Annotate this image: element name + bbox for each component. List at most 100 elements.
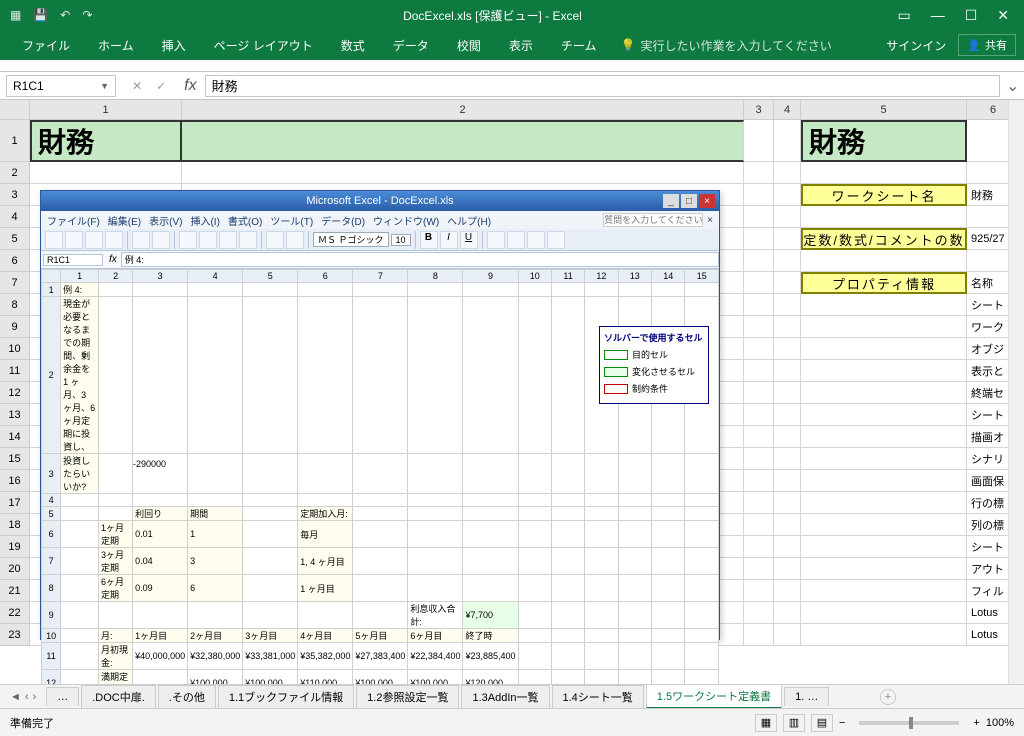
page-break-view-icon[interactable]: ▤ xyxy=(811,714,833,732)
cell[interactable] xyxy=(744,294,774,316)
cell[interactable] xyxy=(744,536,774,558)
col-header[interactable]: 2 xyxy=(182,100,744,120)
tab-data[interactable]: データ xyxy=(379,30,443,60)
row-header[interactable]: 17 xyxy=(0,492,30,514)
row-header[interactable]: 22 xyxy=(0,602,30,624)
cell[interactable] xyxy=(744,162,774,184)
col-header[interactable]: 3 xyxy=(744,100,774,120)
row-header[interactable]: 14 xyxy=(0,426,30,448)
new-sheet-button[interactable]: + xyxy=(880,689,896,705)
col-header[interactable]: 5 xyxy=(801,100,967,120)
cell[interactable] xyxy=(744,206,774,228)
cell[interactable] xyxy=(774,316,801,338)
cell[interactable] xyxy=(801,558,967,580)
cell[interactable] xyxy=(744,426,774,448)
cell[interactable] xyxy=(744,250,774,272)
cell[interactable] xyxy=(774,120,801,162)
cell[interactable] xyxy=(801,602,967,624)
cancel-formula-icon[interactable]: ✕ xyxy=(132,79,142,93)
row-header[interactable]: 6 xyxy=(0,250,30,272)
sheet-tab[interactable]: 1.1ブックファイル情報 xyxy=(218,685,354,708)
cell[interactable] xyxy=(801,536,967,558)
cell[interactable] xyxy=(744,580,774,602)
cell[interactable] xyxy=(774,228,801,250)
select-all-corner[interactable] xyxy=(0,100,30,120)
redo-icon[interactable]: ↷ xyxy=(82,8,92,22)
formula-input[interactable]: 財務 xyxy=(205,75,1000,97)
row-header[interactable]: 18 xyxy=(0,514,30,536)
tell-me[interactable]: 💡 実行したい作業を入力してください xyxy=(620,37,831,54)
cell[interactable] xyxy=(744,120,774,162)
row-header[interactable]: 15 xyxy=(0,448,30,470)
cell[interactable] xyxy=(774,184,801,206)
cell[interactable] xyxy=(744,272,774,294)
chevron-down-icon[interactable]: ▼ xyxy=(100,81,109,91)
share-button[interactable]: 👤 共有 xyxy=(958,34,1016,56)
cell[interactable] xyxy=(801,294,967,316)
row-header[interactable]: 19 xyxy=(0,536,30,558)
tab-review[interactable]: 校閲 xyxy=(443,30,495,60)
cell[interactable] xyxy=(801,514,967,536)
cell[interactable] xyxy=(801,492,967,514)
cell[interactable] xyxy=(774,624,801,646)
row-header[interactable]: 9 xyxy=(0,316,30,338)
cell[interactable] xyxy=(744,470,774,492)
row-header[interactable]: 7 xyxy=(0,272,30,294)
cell[interactable] xyxy=(801,338,967,360)
worksheet-grid[interactable]: 1 2 3 4 5 6 1財務 財務23ワークシート名財務45定数/数式/コメン… xyxy=(0,100,1024,690)
row-header[interactable]: 12 xyxy=(0,382,30,404)
row-header[interactable]: 23 xyxy=(0,624,30,646)
row-header[interactable]: 13 xyxy=(0,404,30,426)
cell[interactable] xyxy=(801,382,967,404)
row-header[interactable]: 16 xyxy=(0,470,30,492)
undo-icon[interactable]: ↶ xyxy=(60,8,70,22)
row-header[interactable]: 4 xyxy=(0,206,30,228)
cell[interactable] xyxy=(744,558,774,580)
cell[interactable] xyxy=(744,382,774,404)
row-header[interactable]: 5 xyxy=(0,228,30,250)
cell[interactable] xyxy=(801,426,967,448)
cell[interactable] xyxy=(774,602,801,624)
cell[interactable] xyxy=(744,492,774,514)
cell[interactable] xyxy=(801,624,967,646)
cell[interactable] xyxy=(774,514,801,536)
cell[interactable] xyxy=(30,162,182,184)
cell[interactable] xyxy=(801,250,967,272)
vertical-scrollbar[interactable] xyxy=(1008,100,1024,690)
cell[interactable] xyxy=(744,624,774,646)
sheet-tab[interactable]: .DOC中扉. xyxy=(81,685,156,708)
cell[interactable] xyxy=(774,448,801,470)
maximize-icon[interactable]: ☐ xyxy=(965,7,978,24)
cell[interactable] xyxy=(744,338,774,360)
cell[interactable] xyxy=(774,250,801,272)
cell[interactable] xyxy=(744,514,774,536)
expand-formula-icon[interactable]: ⌄ xyxy=(1006,76,1024,96)
row-header[interactable]: 10 xyxy=(0,338,30,360)
row-header[interactable]: 8 xyxy=(0,294,30,316)
enter-formula-icon[interactable]: ✓ xyxy=(156,79,166,93)
tab-nav-next-icon[interactable]: › xyxy=(33,691,37,703)
cell[interactable] xyxy=(801,470,967,492)
cell[interactable] xyxy=(182,120,744,162)
cell-title[interactable]: 財務 xyxy=(801,120,967,162)
sheet-tab[interactable]: 1.3AddIn一覧 xyxy=(461,685,549,708)
row-header[interactable]: 3 xyxy=(0,184,30,206)
cell[interactable] xyxy=(774,580,801,602)
cell[interactable] xyxy=(774,382,801,404)
col-header[interactable]: 4 xyxy=(774,100,801,120)
cell[interactable] xyxy=(744,184,774,206)
cell[interactable] xyxy=(774,426,801,448)
save-icon[interactable]: 💾 xyxy=(33,8,48,22)
cell[interactable] xyxy=(801,404,967,426)
cell[interactable] xyxy=(801,360,967,382)
cell[interactable] xyxy=(744,360,774,382)
cell-title[interactable]: 財務 xyxy=(30,120,182,162)
zoom-in-button[interactable]: + xyxy=(973,717,979,729)
minimize-icon[interactable]: — xyxy=(931,7,945,24)
tab-insert[interactable]: 挿入 xyxy=(148,30,200,60)
page-layout-view-icon[interactable]: ▥ xyxy=(783,714,805,732)
cell[interactable] xyxy=(774,338,801,360)
cell[interactable] xyxy=(774,360,801,382)
signin-link[interactable]: サインイン xyxy=(886,37,946,54)
cell[interactable] xyxy=(774,272,801,294)
